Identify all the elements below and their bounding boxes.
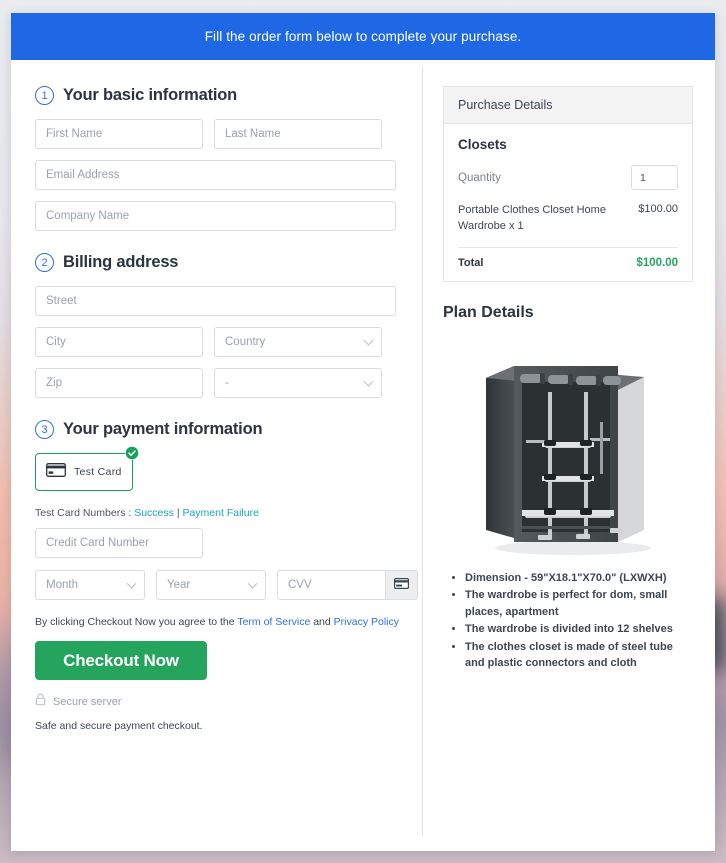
test-card-option-wrapper: Test Card — [35, 446, 139, 491]
name-row: First Name Last Name — [35, 119, 404, 149]
company-name-input[interactable]: Company Name — [35, 201, 396, 231]
line-item-row: Portable Clothes Closet Home Wardrobe x … — [458, 203, 678, 235]
expiry-cvv-row: Month Year CVV — [35, 570, 418, 600]
line-item-name: Portable Clothes Closet Home Wardrobe x … — [458, 204, 606, 232]
step-number-1: 1 — [35, 86, 54, 105]
quantity-input[interactable]: 1 — [631, 165, 678, 190]
expiry-year-value: Year — [167, 579, 191, 591]
total-label: Total — [458, 256, 484, 269]
credit-card-number-input[interactable]: Credit Card Number — [35, 528, 203, 558]
section-header-payment-information: 3 Your payment information — [35, 420, 404, 439]
terms-agreement-text: By clicking Checkout Now you agree to th… — [35, 616, 404, 628]
country-select[interactable]: Country — [214, 327, 382, 357]
total-value: $100.00 — [636, 256, 678, 269]
credit-card-icon — [46, 462, 66, 482]
chevron-down-icon — [363, 335, 374, 346]
last-name-input[interactable]: Last Name — [214, 119, 382, 149]
terms-prefix: By clicking Checkout Now you agree to th… — [35, 616, 235, 628]
chevron-down-icon — [247, 578, 258, 589]
street-input[interactable]: Street — [35, 286, 396, 316]
list-item: The wardrobe is perfect for dom, small p… — [465, 587, 693, 620]
expiry-month-select[interactable]: Month — [35, 570, 145, 600]
cvv-input[interactable]: CVV — [277, 570, 385, 600]
state-select[interactable]: - — [214, 368, 382, 398]
zip-state-row: Zip - — [35, 368, 404, 398]
lock-icon — [35, 693, 46, 711]
company-row: Company Name — [35, 201, 404, 231]
checkout-now-button[interactable]: Checkout Now — [35, 641, 207, 680]
purchase-details-panel: Purchase Details Closets Quantity 1 Port… — [443, 86, 693, 282]
test-card-success-link[interactable]: Success — [134, 507, 174, 519]
card-number-row: Credit Card Number — [35, 528, 404, 558]
section-title-basic-information: Your basic information — [63, 86, 238, 104]
street-row: Street — [35, 286, 404, 316]
cvv-group: CVV — [277, 570, 418, 600]
test-card-numbers-line: Test Card Numbers : Success | Payment Fa… — [35, 507, 404, 519]
city-input[interactable]: City — [35, 327, 203, 357]
purchase-details-title: Purchase Details — [444, 87, 692, 124]
page-banner: Fill the order form below to complete yo… — [11, 13, 715, 60]
state-select-value: - — [225, 377, 229, 389]
section-title-payment-information: Your payment information — [63, 420, 263, 438]
list-item: The wardrobe is divided into 12 shelves — [465, 621, 693, 638]
card-body: 1 Your basic information First Name Last… — [11, 60, 715, 851]
chevron-down-icon — [126, 578, 137, 589]
test-card-failure-link[interactable]: Payment Failure — [182, 507, 258, 519]
card-back-icon — [394, 576, 410, 594]
product-group-name: Closets — [458, 137, 507, 152]
selected-check-icon — [125, 446, 139, 460]
order-form-column: 1 Your basic information First Name Last… — [11, 60, 422, 851]
chevron-down-icon — [363, 376, 374, 387]
test-card-links-separator: | — [176, 507, 180, 519]
total-row: Total $100.00 — [458, 257, 678, 269]
test-card-option[interactable]: Test Card — [35, 453, 133, 491]
banner-text: Fill the order form below to complete yo… — [204, 29, 522, 44]
product-image-wardrobe — [486, 365, 651, 555]
plan-details-title: Plan Details — [443, 303, 534, 321]
email-row: Email Address — [35, 160, 404, 190]
country-select-value: Country — [225, 336, 266, 348]
city-country-row: City Country — [35, 327, 404, 357]
first-name-input[interactable]: First Name — [35, 119, 203, 149]
zip-input[interactable]: Zip — [35, 368, 203, 398]
privacy-policy-link[interactable]: Privacy Policy — [334, 616, 399, 628]
terms-conjunction: and — [313, 616, 331, 628]
section-header-basic-information: 1 Your basic information — [35, 86, 404, 105]
purchase-details-body: Closets Quantity 1 Portable Clothes Clos… — [444, 124, 692, 281]
secure-server-row: Secure server — [35, 693, 404, 711]
quantity-label: Quantity — [458, 171, 501, 184]
plan-feature-list: Dimension - 59"X18.1"X70.0" (LXWXH) The … — [443, 570, 693, 672]
email-input[interactable]: Email Address — [35, 160, 396, 190]
section-header-billing-address: 2 Billing address — [35, 253, 404, 272]
section-title-billing-address: Billing address — [63, 253, 179, 271]
safe-checkout-note: Safe and secure payment checkout. — [35, 720, 203, 732]
total-separator — [458, 246, 678, 248]
summary-column: Purchase Details Closets Quantity 1 Port… — [423, 60, 715, 851]
expiry-year-select[interactable]: Year — [156, 570, 266, 600]
list-item: The clothes closet is made of steel tube… — [465, 639, 693, 672]
quantity-row: Quantity 1 — [458, 165, 678, 190]
step-number-2: 2 — [35, 253, 54, 272]
checkout-card: Fill the order form below to complete yo… — [11, 13, 715, 851]
line-item-price: $100.00 — [638, 203, 678, 215]
test-card-label: Test Card — [74, 466, 122, 478]
cvv-help-button[interactable] — [385, 570, 418, 600]
test-card-numbers-label: Test Card Numbers : — [35, 507, 132, 519]
secure-server-label: Secure server — [53, 696, 122, 708]
list-item: Dimension - 59"X18.1"X70.0" (LXWXH) — [465, 570, 693, 587]
step-number-3: 3 — [35, 420, 54, 439]
term-of-service-link[interactable]: Term of Service — [237, 616, 310, 628]
expiry-month-value: Month — [46, 579, 78, 591]
